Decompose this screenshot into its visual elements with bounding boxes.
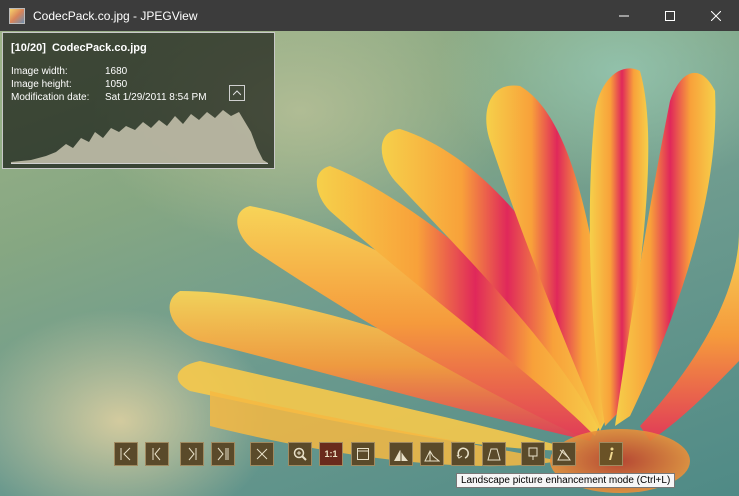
next-image-button[interactable] [180, 442, 204, 466]
keep-params-icon [528, 447, 538, 460]
image-height-label: Image height: [11, 79, 72, 90]
landscape-enhance-button[interactable] [420, 442, 444, 466]
delete-icon [256, 448, 268, 460]
last-image-button[interactable] [211, 442, 235, 466]
image-info-title: [10/20] CodecPack.co.jpg [11, 42, 147, 54]
rotate-icon [456, 447, 469, 459]
keep-params-button[interactable] [521, 442, 545, 466]
zoom-icon [293, 447, 307, 461]
close-button[interactable] [693, 0, 739, 31]
modification-date-value: Sat 1/29/2011 8:54 PM [105, 92, 207, 103]
next-icon [188, 447, 197, 461]
previous-icon [152, 447, 161, 461]
info-button[interactable] [599, 442, 623, 466]
minimize-icon [619, 15, 629, 16]
window-title: CodecPack.co.jpg - JPEGView [33, 8, 198, 23]
image-width-label: Image width: [11, 66, 68, 77]
fit-window-icon [357, 448, 369, 460]
edit-params-icon [557, 449, 571, 461]
edit-params-button[interactable] [552, 442, 576, 466]
window-controls [601, 0, 739, 31]
tooltip: Landscape picture enhancement mode (Ctrl… [456, 473, 676, 488]
histogram-chart [11, 110, 268, 164]
minimize-button[interactable] [601, 0, 647, 31]
actual-size-button[interactable]: 1:1 [319, 442, 343, 466]
previous-image-button[interactable] [145, 442, 169, 466]
image-counter: [10/20] [11, 42, 46, 54]
image-filename: CodecPack.co.jpg [51, 42, 147, 54]
info-icon [609, 447, 614, 460]
image-canvas[interactable]: [10/20] CodecPack.co.jpg Image width: 16… [0, 31, 739, 496]
first-image-button[interactable] [114, 442, 138, 466]
zoom-button[interactable] [288, 442, 312, 466]
fit-to-window-button[interactable] [351, 442, 375, 466]
perspective-button[interactable] [482, 442, 506, 466]
delete-button[interactable] [250, 442, 274, 466]
auto-contrast-button[interactable] [389, 442, 413, 466]
modification-date-label: Modification date: [11, 92, 90, 103]
maximize-button[interactable] [647, 0, 693, 31]
last-icon [217, 447, 229, 461]
image-width-value: 1680 [105, 66, 128, 77]
maximize-icon [665, 10, 675, 21]
app-icon [9, 7, 25, 24]
image-height-value: 1050 [105, 79, 128, 90]
collapse-info-button[interactable] [229, 85, 245, 101]
first-icon [120, 447, 131, 461]
image-info-panel: [10/20] CodecPack.co.jpg Image width: 16… [2, 32, 275, 169]
landscape-icon [424, 449, 440, 462]
histogram-area [11, 110, 268, 164]
title-bar[interactable]: CodecPack.co.jpg - JPEGView [0, 0, 739, 31]
jpegview-window: CodecPack.co.jpg - JPEGView [10/20] Code… [0, 0, 739, 496]
contrast-icon [394, 448, 408, 461]
close-icon [711, 10, 721, 21]
rotate-button[interactable] [451, 442, 475, 466]
chevron-up-icon [233, 90, 241, 96]
perspective-icon [487, 448, 501, 461]
